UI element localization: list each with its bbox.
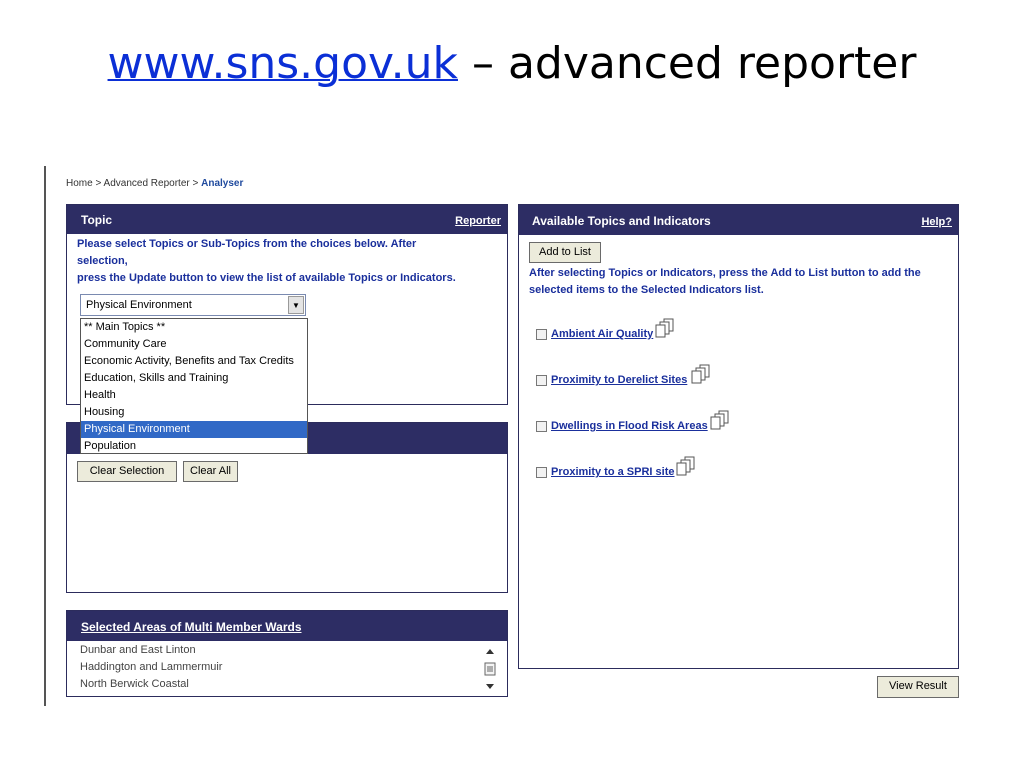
topic-instructions-line-2: selection, — [77, 255, 128, 267]
documents-icon[interactable] — [655, 318, 675, 340]
dropdown-option[interactable]: Education, Skills and Training — [81, 370, 307, 387]
indicators-panel-title: Available Topics and Indicators — [532, 214, 711, 228]
topic-panel-title: Topic — [81, 213, 113, 227]
topic-panel-header: Topic Reporter — [67, 205, 507, 234]
indicator-checkbox[interactable] — [536, 329, 547, 340]
indicator-checkbox[interactable] — [536, 467, 547, 478]
dropdown-option[interactable]: Population — [81, 438, 307, 455]
topic-instructions: Please select Topics or Sub-Topics from … — [77, 236, 456, 287]
documents-icon[interactable] — [676, 456, 696, 478]
breadcrumb-separator: > — [189, 178, 202, 189]
breadcrumb-advanced-reporter[interactable]: Advanced Reporter — [104, 178, 190, 189]
clear-all-button[interactable]: Clear All — [183, 461, 238, 482]
slide-title-text: – advanced reporter — [457, 38, 917, 89]
areas-panel-header: Selected Areas of Multi Member Wards — [67, 611, 507, 641]
scroll-down-icon — [486, 684, 494, 689]
documents-icon[interactable] — [691, 364, 711, 386]
dropdown-option[interactable]: Health — [81, 387, 307, 404]
slide-title: www.sns.gov.uk – advanced reporter — [0, 38, 1024, 89]
indicators-instructions-line-2: selected items to the Selected Indicator… — [529, 284, 764, 296]
breadcrumb: Home > Advanced Reporter > Analyser — [66, 178, 243, 189]
list-item[interactable]: Haddington and Lammermuir — [80, 659, 222, 676]
areas-panel-title[interactable]: Selected Areas of Multi Member Wards — [81, 620, 302, 634]
list-item[interactable]: Dunbar and East Linton — [80, 642, 222, 659]
indicator-link[interactable]: Dwellings in Flood Risk Areas — [551, 420, 708, 432]
indicator-checkbox[interactable] — [536, 375, 547, 386]
indicator-link[interactable]: Ambient Air Quality — [551, 328, 653, 340]
reporter-link[interactable]: Reporter — [455, 215, 501, 227]
topic-select[interactable]: Physical Environment ▼ — [80, 294, 306, 316]
list-item[interactable]: North Berwick Coastal — [80, 676, 222, 693]
dropdown-option[interactable]: Economic Activity, Benefits and Tax Cred… — [81, 353, 307, 370]
areas-scrollbar[interactable] — [483, 643, 497, 693]
scroll-up-icon — [486, 649, 494, 654]
indicator-checkbox[interactable] — [536, 421, 547, 432]
clear-selection-button[interactable]: Clear Selection — [77, 461, 177, 482]
sns-website-link[interactable]: www.sns.gov.uk — [108, 38, 458, 89]
breadcrumb-current: Analyser — [201, 178, 244, 189]
breadcrumb-separator: > — [92, 178, 104, 189]
breadcrumb-home[interactable]: Home — [66, 178, 93, 189]
topic-dropdown-list: ** Main Topics ** Community Care Economi… — [80, 318, 308, 454]
chevron-down-icon[interactable]: ▼ — [288, 296, 304, 314]
dropdown-option-selected[interactable]: Physical Environment — [81, 421, 307, 438]
dropdown-option[interactable]: Community Care — [81, 336, 307, 353]
topic-instructions-line-3: press the Update button to view the list… — [77, 272, 456, 284]
indicator-link[interactable]: Proximity to a SPRI site — [551, 466, 674, 478]
topic-instructions-line-1: Please select Topics or Sub-Topics from … — [77, 238, 417, 250]
indicators-instructions: After selecting Topics or Indicators, pr… — [529, 265, 921, 299]
slide-divider — [44, 166, 46, 706]
dropdown-option[interactable]: Housing — [81, 404, 307, 421]
topic-select-value: Physical Environment — [86, 299, 192, 311]
indicators-panel-header: Available Topics and Indicators Help? — [519, 205, 958, 235]
indicator-link[interactable]: Proximity to Derelict Sites — [551, 374, 687, 386]
add-to-list-button[interactable]: Add to List — [529, 242, 601, 263]
indicators-instructions-line-1: After selecting Topics or Indicators, pr… — [529, 267, 921, 279]
view-result-button[interactable]: View Result — [877, 676, 959, 698]
areas-list: Dunbar and East Linton Haddington and La… — [80, 642, 222, 693]
documents-icon[interactable] — [710, 410, 730, 432]
dropdown-option[interactable]: ** Main Topics ** — [81, 319, 307, 336]
help-link[interactable]: Help? — [921, 216, 952, 228]
